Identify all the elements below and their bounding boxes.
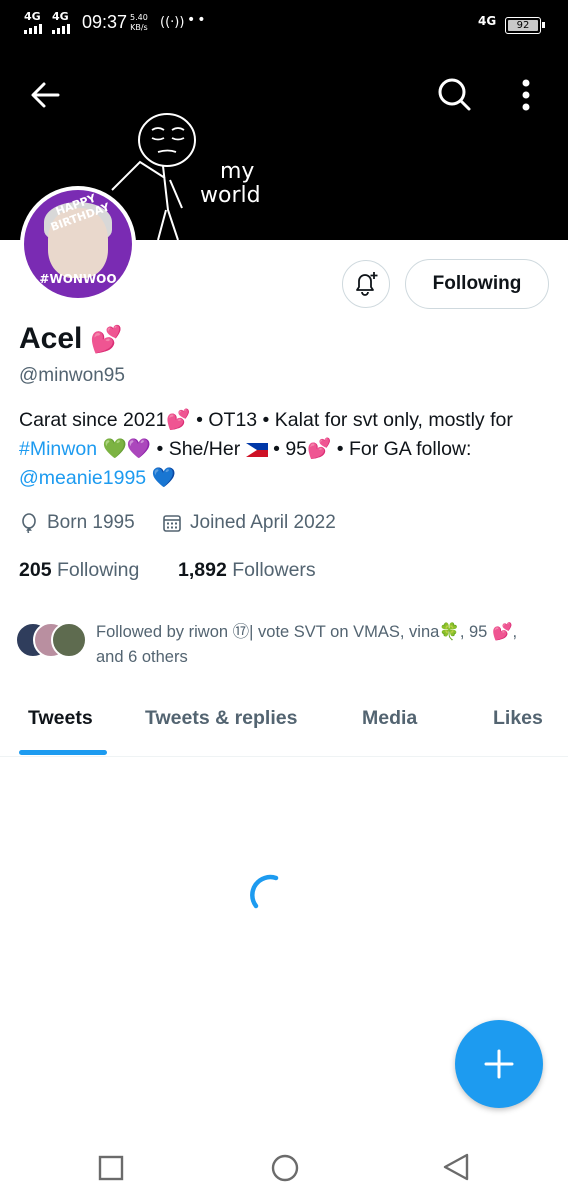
calendar-icon	[163, 515, 181, 532]
bio-part-2: • OT13 • Kalat for svt only, mostly for	[190, 409, 513, 431]
triangle-back-icon[interactable]	[441, 1152, 471, 1182]
status-bar: 4G 4G 09:37 5.40 KB/s ((·)) •• 4G 92	[0, 0, 568, 50]
system-nav-bar	[0, 1132, 568, 1200]
philippines-flag-icon	[245, 442, 268, 457]
banner-text-line1: my	[220, 159, 255, 184]
profile-bio: Carat since 2021💕 • OT13 • Kalat for svt…	[19, 406, 549, 493]
signal-bars-2	[52, 24, 70, 34]
joined-text: Joined April 2022	[190, 512, 336, 533]
network-speed: 5.40 KB/s	[130, 13, 148, 33]
banner-text-line2: world	[200, 183, 261, 208]
circle-icon[interactable]	[270, 1153, 300, 1183]
battery-level: 92	[508, 20, 538, 31]
search-icon[interactable]	[436, 76, 472, 116]
followed-by-text[interactable]: Followed by riwon ⑰| vote SVT on VMAS, v…	[96, 620, 536, 670]
born-info: Born 1995	[19, 512, 135, 534]
born-text: Born 1995	[47, 512, 135, 533]
following-count: 205	[19, 559, 52, 581]
signal-label-1: 4G	[24, 10, 41, 23]
network-label: 4G	[478, 14, 497, 28]
profile-handle: @minwon95	[19, 365, 125, 386]
bio-purple-heart: 💜	[126, 438, 152, 460]
bio-part-4: • 95	[267, 438, 308, 460]
profile-name-emoji: 💕	[90, 324, 123, 354]
balloon-icon	[22, 513, 36, 533]
mention-link[interactable]: @meanie1995	[19, 467, 146, 489]
avatar-image: HAPPY BIRTHDAY #WONWOO	[24, 190, 132, 298]
tab-likes[interactable]: Likes	[493, 707, 543, 730]
following-label: Following	[56, 559, 140, 581]
following-count-link[interactable]: 205 Following	[19, 559, 139, 582]
hotspot-icon: ((·))	[160, 15, 185, 30]
avatar[interactable]: HAPPY BIRTHDAY #WONWOO	[20, 186, 136, 302]
square-icon[interactable]	[98, 1155, 124, 1181]
followers-count-link[interactable]: 1,892 Followers	[178, 559, 316, 582]
tab-media[interactable]: Media	[362, 707, 417, 730]
bio-blue-heart: 💙	[151, 467, 176, 489]
bell-plus-icon	[356, 272, 378, 296]
notifications-button[interactable]	[342, 260, 390, 308]
speed-unit: KB/s	[130, 23, 148, 32]
profile-name: Acel 💕	[19, 322, 123, 356]
profile-name-text: Acel	[19, 322, 83, 355]
more-notifications-icon: ••	[187, 12, 208, 28]
bio-part-5: • For GA follow:	[331, 438, 472, 460]
followers-count: 1,892	[178, 559, 227, 581]
signal-bars-1	[24, 24, 42, 34]
following-button[interactable]: Following	[405, 259, 549, 309]
bio-part-3: • She/Her	[151, 438, 246, 460]
tab-tweets[interactable]: Tweets	[28, 707, 93, 730]
arrow-left-icon[interactable]	[28, 78, 62, 116]
speed-value: 5.40	[130, 13, 148, 22]
profile-tabs: Tweets Tweets & replies Media Likes	[0, 690, 568, 757]
bio-heart-1: 💕	[166, 409, 191, 431]
avatar-bottom-text: #WONWOO	[39, 272, 117, 286]
compose-tweet-button[interactable]	[455, 1020, 543, 1108]
active-tab-indicator	[19, 750, 107, 755]
follower-avatar-3	[51, 622, 87, 658]
hashtag-link[interactable]: #Minwon	[19, 438, 97, 460]
followers-label: Followers	[232, 559, 316, 581]
tab-tweets-replies[interactable]: Tweets & replies	[145, 707, 297, 730]
signal-label-2: 4G	[52, 10, 69, 23]
plus-icon	[484, 1049, 514, 1079]
banner-caption: my world	[200, 160, 261, 208]
bio-part-1: Carat since 2021	[19, 409, 167, 431]
battery-icon: 92	[505, 17, 545, 34]
bio-heart-2: 💕	[307, 438, 332, 460]
loading-spinner-icon	[250, 874, 279, 909]
bio-green-heart: 💚	[102, 438, 127, 460]
clock: 09:37	[82, 12, 128, 32]
more-vertical-icon[interactable]	[518, 78, 534, 116]
joined-info: Joined April 2022	[162, 512, 336, 534]
